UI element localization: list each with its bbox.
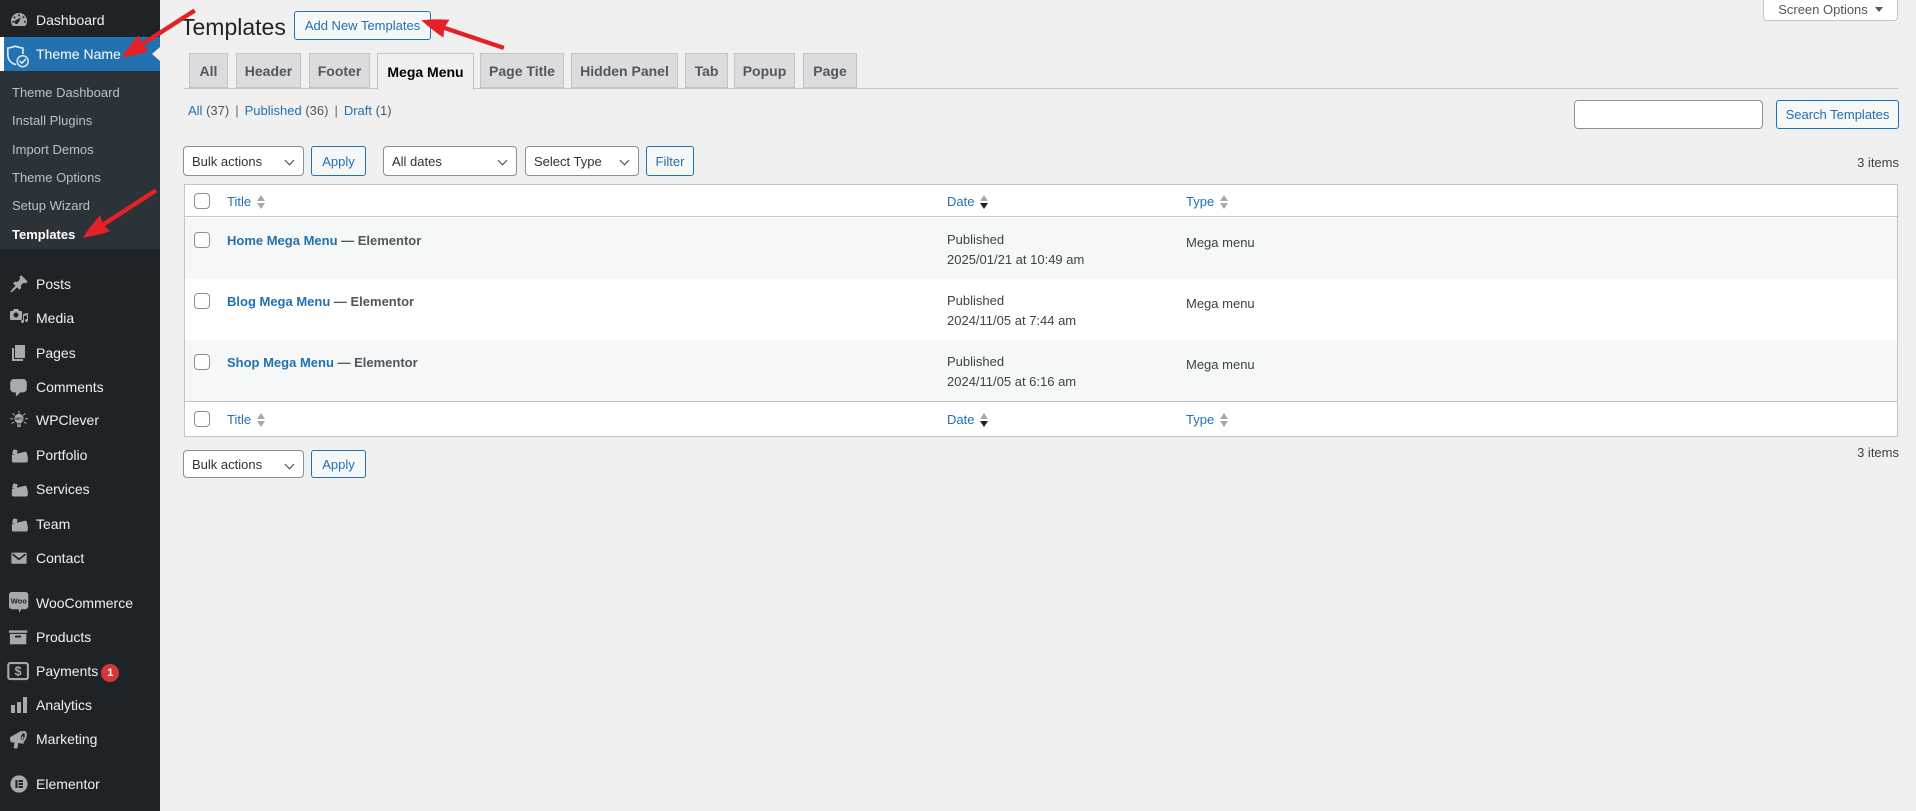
svg-text:$: $	[15, 665, 22, 679]
svg-text:Woo: Woo	[11, 596, 28, 605]
svg-text:WPC: WPC	[15, 417, 23, 421]
